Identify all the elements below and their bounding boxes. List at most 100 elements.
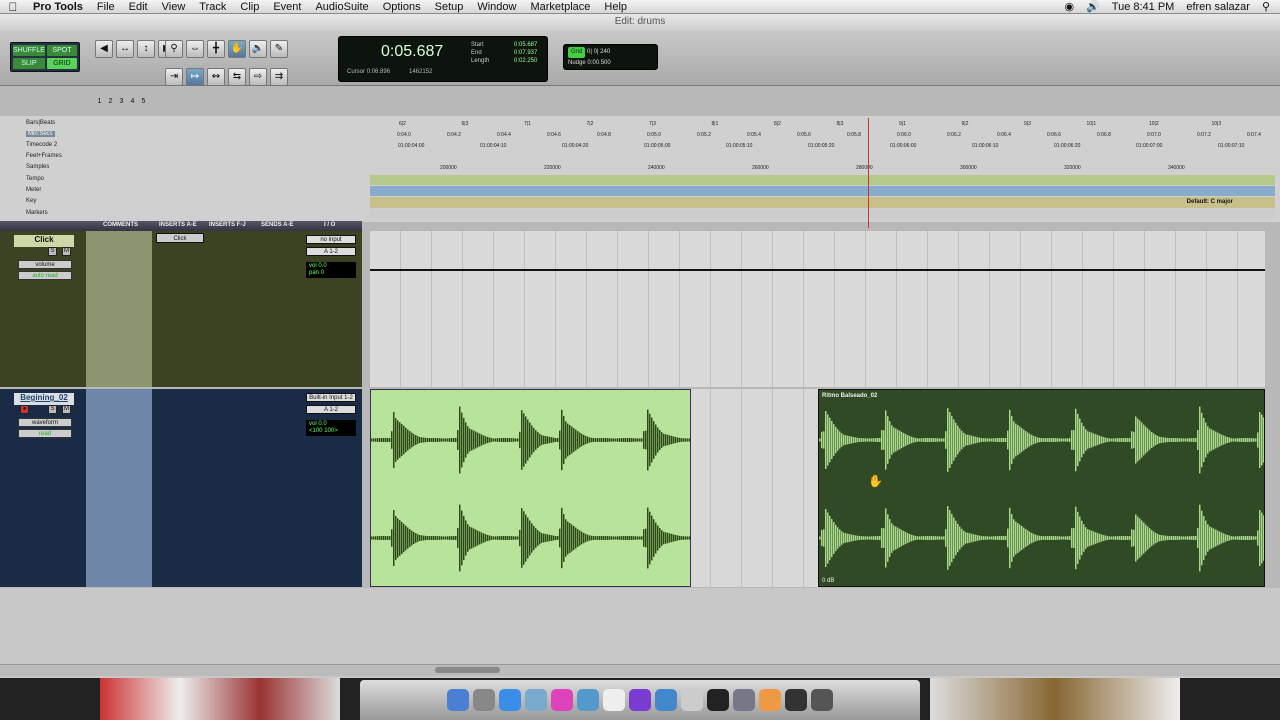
mode-grid[interactable]: GRID (46, 58, 77, 69)
music-icon[interactable] (759, 689, 781, 711)
click-track-lane[interactable] (370, 231, 1265, 387)
horizontal-scrollbar[interactable] (0, 664, 1280, 676)
menu-window[interactable]: Window (470, 1, 523, 13)
end-value[interactable]: 0:07.937 (514, 49, 537, 57)
menu-audiosuite[interactable]: AudioSuite (308, 1, 375, 13)
menu-setup[interactable]: Setup (428, 1, 471, 13)
zoom-preset-2[interactable]: 2 (106, 98, 115, 105)
ruler-meter[interactable]: Meter (26, 187, 41, 193)
length-value[interactable]: 0:02.250 (514, 57, 537, 65)
io-output[interactable]: A 1-2 (306, 247, 356, 256)
audio-track-lane[interactable]: Ritmo Balseado_02 0 dB ✋ (370, 389, 1265, 587)
markers-lane[interactable] (370, 209, 1275, 218)
tab-to-transients-icon[interactable]: ⇥ (165, 68, 183, 86)
spotlight-icon[interactable]: ⚲ (1262, 0, 1270, 13)
scroll-icon[interactable]: ⇉ (270, 68, 288, 86)
menu-view[interactable]: View (155, 1, 193, 13)
track-view-selector[interactable]: waveform (18, 418, 72, 427)
link-timeline-icon[interactable]: ↦ (186, 68, 204, 86)
ruler-feetframes[interactable]: Feet+Frames (26, 153, 62, 159)
finder-icon[interactable] (447, 689, 469, 711)
solo-button[interactable]: S (48, 247, 57, 256)
ruler-bars[interactable]: Bars|Beats (26, 120, 55, 126)
insertion-follows-icon[interactable]: ⇨ (249, 68, 267, 86)
keyboard-icon[interactable] (811, 689, 833, 711)
comments-field[interactable] (86, 389, 152, 587)
protools-icon[interactable] (629, 689, 651, 711)
calendar-icon[interactable] (603, 689, 625, 711)
audio-clip-b[interactable]: Ritmo Balseado_02 0 dB (818, 389, 1265, 587)
clock[interactable]: Tue 8:41 PM (1112, 1, 1175, 13)
mode-slip[interactable]: SLIP (13, 58, 45, 69)
safari-icon[interactable] (499, 689, 521, 711)
menu-event[interactable]: Event (266, 1, 308, 13)
menu-track[interactable]: Track (192, 1, 233, 13)
wifi-icon[interactable]: ◉ (1064, 0, 1074, 13)
scroll-thumb[interactable] (435, 667, 500, 673)
mode-shuffle[interactable]: SHUFFLE (13, 45, 45, 56)
selector-tool-icon[interactable]: ╋ (207, 40, 225, 58)
dashboard-icon[interactable] (707, 689, 729, 711)
zoom-horiz-icon[interactable]: ↔ (116, 40, 134, 58)
zoom-out-icon[interactable]: ◀ (95, 40, 113, 58)
grid-label[interactable]: Grid (568, 47, 586, 58)
system-icon[interactable] (733, 689, 755, 711)
menu-file[interactable]: File (90, 1, 122, 13)
key-lane[interactable]: Default: C major (370, 197, 1275, 208)
ruler-minsecs[interactable]: Min:Secs (26, 131, 55, 137)
automation-mode[interactable]: read (18, 429, 72, 438)
menu-edit[interactable]: Edit (122, 1, 155, 13)
zoom-vert-icon[interactable]: ↕ (137, 40, 155, 58)
mute-button[interactable]: M (62, 247, 71, 256)
menu-clip[interactable]: Clip (233, 1, 266, 13)
meter-lane[interactable] (370, 186, 1275, 196)
solo-button[interactable]: S (48, 405, 57, 414)
track-view-selector[interactable]: volume (18, 260, 72, 269)
nudge-value[interactable]: 0:00.500 (587, 60, 610, 66)
menu-help[interactable]: Help (597, 1, 634, 13)
menu-app[interactable]: Pro Tools (26, 1, 90, 13)
mail-icon[interactable] (577, 689, 599, 711)
ruler-timecode[interactable]: Timecode 2 (26, 142, 57, 148)
launchpad-icon[interactable] (473, 689, 495, 711)
user-name[interactable]: efren salazar (1186, 1, 1250, 13)
logic-icon[interactable] (785, 689, 807, 711)
mode-spot[interactable]: SPOT (46, 45, 77, 56)
zoom-preset-1[interactable]: 1 (95, 98, 104, 105)
io-input[interactable]: Built-in Input 1-2 (306, 393, 356, 402)
vol-pan-display[interactable]: vol 0.0 <100 100> (306, 420, 356, 436)
volume-icon[interactable]: 🔊 (1086, 0, 1100, 13)
menu-marketplace[interactable]: Marketplace (523, 1, 597, 13)
apple-menu-icon[interactable]:  (0, 0, 26, 14)
counter-value[interactable]: 0:05.687 (381, 43, 443, 61)
record-button[interactable]: ● (20, 405, 29, 414)
insert-click[interactable]: Click (156, 233, 204, 243)
io-output[interactable]: A 1-2 (306, 405, 356, 414)
pencil-tool-icon[interactable]: ✎ (270, 40, 288, 58)
ruler-tempo[interactable]: Tempo (26, 176, 44, 182)
io-input[interactable]: no input (306, 235, 356, 244)
ruler-key[interactable]: Key (26, 198, 36, 204)
link-track-icon[interactable]: ↭ (207, 68, 225, 86)
track-name[interactable]: Click (14, 235, 74, 247)
volume-automation-line[interactable] (370, 269, 1265, 271)
scrubber-tool-icon[interactable]: 🔈 (249, 40, 267, 58)
menu-options[interactable]: Options (376, 1, 428, 13)
trim-tool-icon[interactable]: ⇔ (186, 40, 204, 58)
mute-button[interactable]: M (62, 405, 71, 414)
tempo-lane[interactable] (370, 175, 1275, 185)
zoom-preset-5[interactable]: 5 (139, 98, 148, 105)
itunes-icon[interactable] (551, 689, 573, 711)
zoom-preset-4[interactable]: 4 (128, 98, 137, 105)
photos-icon[interactable] (525, 689, 547, 711)
vol-pan-display[interactable]: vol 0.0 pan 0 (306, 262, 356, 278)
track-name[interactable]: Begining_02 (14, 393, 74, 405)
ruler-samples[interactable]: Samples (26, 164, 49, 170)
mirror-midi-icon[interactable]: ⇆ (228, 68, 246, 86)
comments-field[interactable] (86, 231, 152, 387)
zoomer-tool-icon[interactable]: ⚲ (165, 40, 183, 58)
zoom-preset-3[interactable]: 3 (117, 98, 126, 105)
quicktime-icon[interactable] (655, 689, 677, 711)
audio-clip-a[interactable] (370, 389, 691, 587)
preview-icon[interactable] (681, 689, 703, 711)
